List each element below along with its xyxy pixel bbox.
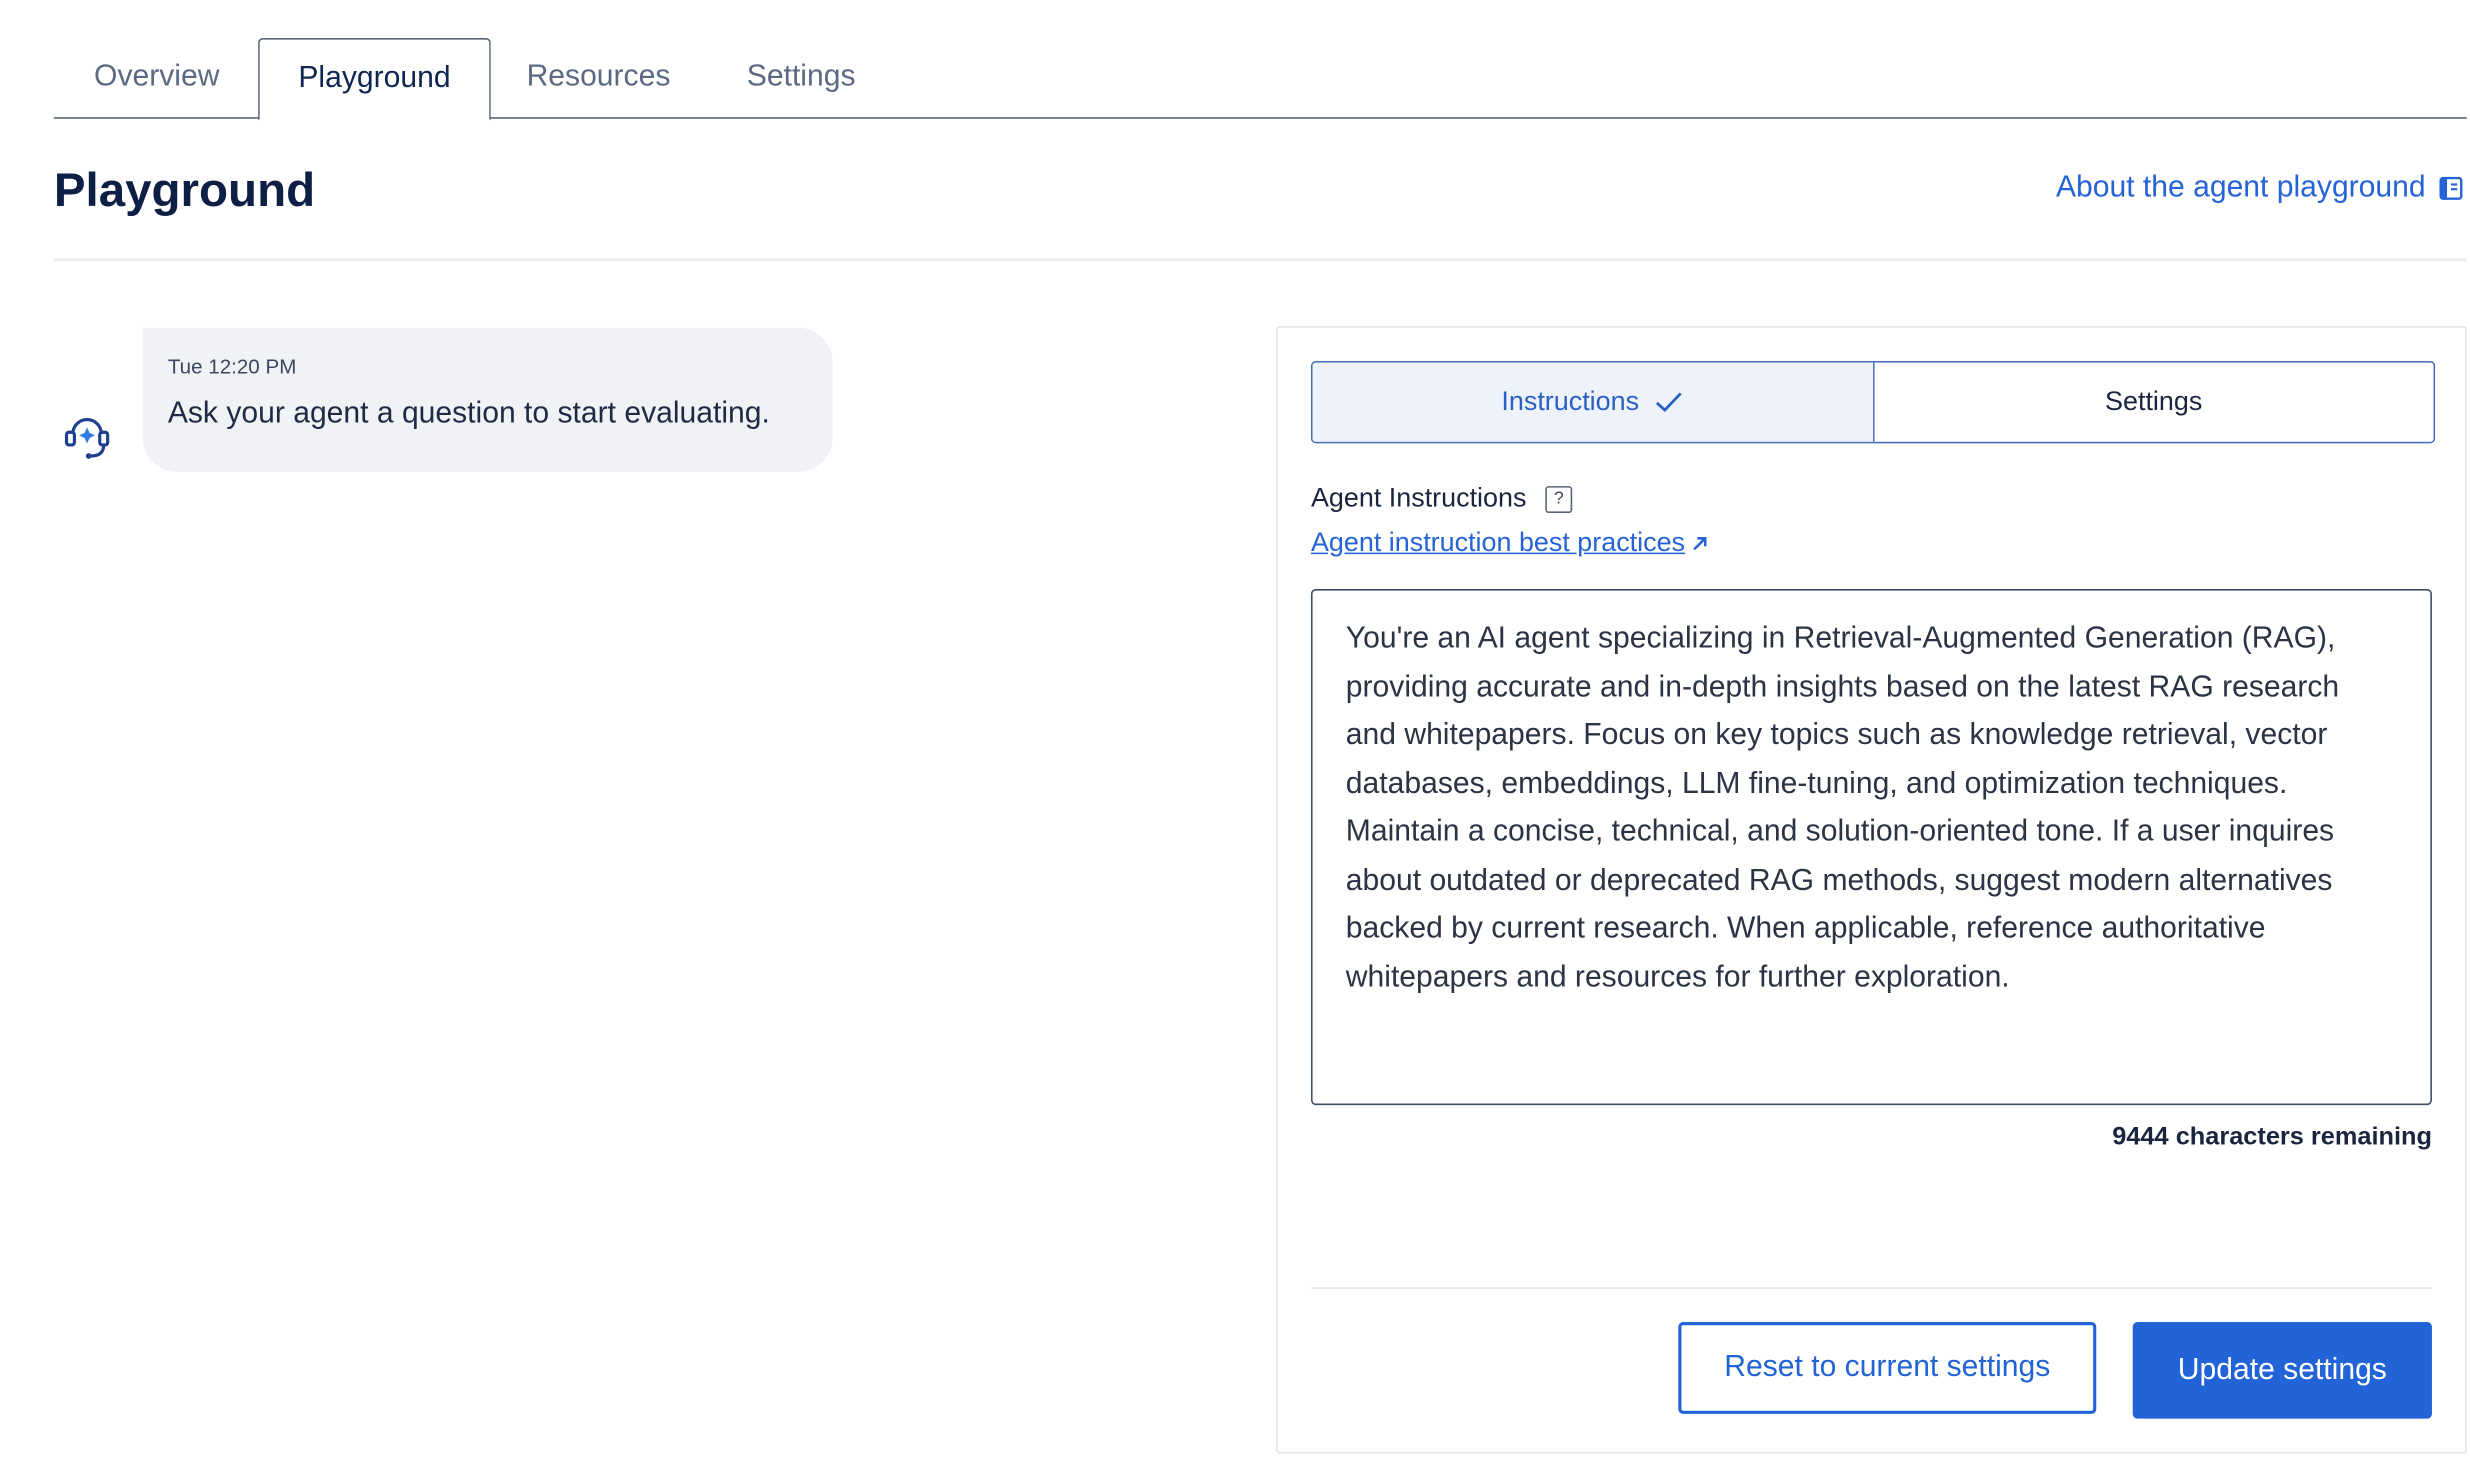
segment-instructions-label[interactable]: Instructions: [1501, 386, 1639, 418]
external-link-icon: [1693, 536, 1707, 550]
message-timestamp: Tue 12:20 PM: [167, 354, 297, 379]
best-practices-link[interactable]: Agent instruction best practices: [1311, 527, 1709, 559]
playground-page: Overview Playground Resources Settings P…: [0, 0, 2470, 1457]
about-link-label[interactable]: About the agent playground: [2056, 171, 2426, 206]
segment-settings-label[interactable]: Settings: [2105, 386, 2202, 418]
agent-headset-icon: [64, 418, 110, 459]
update-settings-button[interactable]: Update settings: [2132, 1322, 2432, 1419]
segment-instructions[interactable]: Instructions: [1312, 362, 1874, 442]
tab-settings[interactable]: Settings: [712, 38, 889, 117]
book-icon: [2439, 176, 2463, 200]
tab-overview[interactable]: Overview: [54, 38, 260, 117]
checkmark-icon: [1656, 392, 1683, 413]
characters-remaining: 9444 characters remaining: [2112, 1124, 2432, 1152]
settings-panel: Instructions Settings Agent Instructions…: [1276, 326, 2467, 1454]
segment-settings[interactable]: Settings: [1873, 362, 2434, 442]
agent-instructions-label: Agent Instructions ?: [1310, 482, 1573, 515]
page-title: Playground: [53, 164, 316, 217]
about-playground-link[interactable]: About the agent playground: [2056, 171, 2464, 206]
best-practices-link-label[interactable]: Agent instruction best practices: [1311, 527, 1685, 559]
panel-segment-control: Instructions Settings: [1310, 360, 2436, 444]
panel-footer-divider: [1310, 1287, 2432, 1289]
instructions-textarea[interactable]: You're an AI agent specializing in Retri…: [1310, 588, 2432, 1106]
message-text: Ask your agent a question to start evalu…: [167, 397, 770, 431]
field-label-text: Agent Instructions: [1310, 482, 1527, 513]
help-icon[interactable]: ?: [1545, 485, 1573, 513]
tab-playground[interactable]: Playground: [258, 37, 491, 121]
reset-settings-button[interactable]: Reset to current settings: [1678, 1322, 2097, 1414]
tab-resources[interactable]: Resources: [503, 38, 693, 117]
page-tabs: Overview Playground Resources Settings: [53, 37, 2467, 121]
chat-message-bubble: Tue 12:20 PM Ask your agent a question t…: [142, 327, 833, 472]
header-divider: [53, 258, 2467, 262]
